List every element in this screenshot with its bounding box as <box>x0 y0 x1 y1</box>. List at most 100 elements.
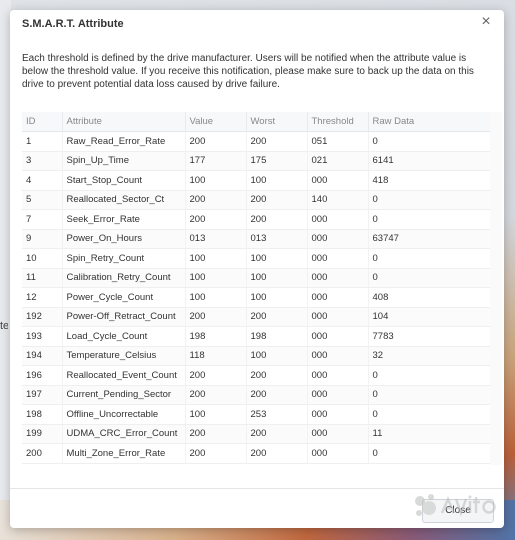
cell-threshold: 000 <box>307 404 369 425</box>
cell-id: 3 <box>22 151 63 171</box>
cell-attribute: Power-Off_Retract_Count <box>62 307 186 327</box>
cell-threshold: 000 <box>307 365 369 386</box>
cell-value: 100 <box>185 404 247 425</box>
cell-raw-data: 408 <box>368 287 491 308</box>
cell-raw-data: 32 <box>368 346 491 366</box>
table-header-row: ID Attribute Value Worst Threshold Raw D… <box>22 112 491 132</box>
cell-raw-data: 0 <box>368 268 491 288</box>
cell-attribute: Reallocated_Event_Count <box>62 365 186 386</box>
cell-value: 200 <box>185 131 247 152</box>
cell-worst: 013 <box>246 229 308 249</box>
cell-value: 177 <box>185 151 247 171</box>
cell-worst: 175 <box>246 151 308 171</box>
column-header-value[interactable]: Value <box>185 112 247 132</box>
cell-id: 199 <box>22 424 63 444</box>
cell-value: 100 <box>185 268 247 288</box>
table-row[interactable]: 200 Multi_Zone_Error_Rate 200 200 000 0 <box>22 443 491 464</box>
dialog-description: Each threshold is defined by the drive m… <box>22 53 474 90</box>
table-row[interactable]: 10 Spin_Retry_Count 100 100 000 0 <box>22 248 491 269</box>
cell-worst: 200 <box>246 385 308 405</box>
table-row[interactable]: 11 Calibration_Retry_Count 100 100 000 0 <box>22 268 491 288</box>
table-row[interactable]: 7 Seek_Error_Rate 200 200 000 0 <box>22 209 491 230</box>
table-row[interactable]: 199 UDMA_CRC_Error_Count 200 200 000 11 <box>22 424 491 444</box>
table-row[interactable]: 192 Power-Off_Retract_Count 200 200 000 104 <box>22 307 491 327</box>
cell-id: 192 <box>22 307 63 327</box>
cell-worst: 253 <box>246 404 308 425</box>
dialog-title-bar: S.M.A.R.T. Attribute × <box>10 10 504 36</box>
cell-raw-data: 7783 <box>368 326 491 347</box>
table-scroll-area <box>490 112 502 465</box>
cell-value: 013 <box>185 229 247 249</box>
cell-raw-data: 104 <box>368 307 491 327</box>
cell-threshold: 000 <box>307 307 369 327</box>
cell-raw-data: 0 <box>368 404 491 425</box>
cell-attribute: Power_Cycle_Count <box>62 287 186 308</box>
cell-attribute: Load_Cycle_Count <box>62 326 186 347</box>
cell-attribute: Reallocated_Sector_Ct <box>62 190 186 210</box>
cell-value: 200 <box>185 190 247 210</box>
dialog-title: S.M.A.R.T. Attribute <box>22 18 124 30</box>
cell-attribute: Offline_Uncorrectable <box>62 404 186 425</box>
cell-value: 100 <box>185 287 247 308</box>
cell-raw-data: 0 <box>368 365 491 386</box>
cell-threshold: 000 <box>307 287 369 308</box>
cell-attribute: Spin_Retry_Count <box>62 248 186 269</box>
table-row[interactable]: 5 Reallocated_Sector_Ct 200 200 140 0 <box>22 190 491 210</box>
cell-worst: 100 <box>246 170 308 191</box>
column-header-attribute[interactable]: Attribute <box>62 112 186 132</box>
smart-attribute-table-container[interactable]: ID Attribute Value Worst Threshold Raw D… <box>22 112 502 465</box>
cell-value: 100 <box>185 248 247 269</box>
column-header-worst[interactable]: Worst <box>246 112 308 132</box>
close-button[interactable]: Close <box>422 499 494 523</box>
cell-worst: 200 <box>246 443 308 464</box>
cell-worst: 200 <box>246 209 308 230</box>
close-icon[interactable]: × <box>478 14 494 30</box>
cell-raw-data: 0 <box>368 248 491 269</box>
cell-threshold: 000 <box>307 443 369 464</box>
cell-attribute: Seek_Error_Rate <box>62 209 186 230</box>
cell-attribute: Raw_Read_Error_Rate <box>62 131 186 152</box>
cell-id: 12 <box>22 287 63 308</box>
cell-attribute: Temperature_Celsius <box>62 346 186 366</box>
table-row[interactable]: 12 Power_Cycle_Count 100 100 000 408 <box>22 287 491 308</box>
table-row[interactable]: 4 Start_Stop_Count 100 100 000 418 <box>22 170 491 191</box>
table-row[interactable]: 198 Offline_Uncorrectable 100 253 000 0 <box>22 404 491 425</box>
cell-raw-data: 63747 <box>368 229 491 249</box>
cell-value: 200 <box>185 307 247 327</box>
table-row[interactable]: 3 Spin_Up_Time 177 175 021 6141 <box>22 151 491 171</box>
column-header-id[interactable]: ID <box>22 112 63 132</box>
cell-attribute: Calibration_Retry_Count <box>62 268 186 288</box>
cell-value: 200 <box>185 424 247 444</box>
cell-id: 193 <box>22 326 63 347</box>
cell-threshold: 000 <box>307 209 369 230</box>
cell-threshold: 000 <box>307 170 369 191</box>
cell-raw-data: 418 <box>368 170 491 191</box>
table-row[interactable]: 193 Load_Cycle_Count 198 198 000 7783 <box>22 326 491 347</box>
column-header-threshold[interactable]: Threshold <box>307 112 369 132</box>
column-header-raw-data[interactable]: Raw Data <box>368 112 491 132</box>
cell-worst: 200 <box>246 190 308 210</box>
cell-value: 200 <box>185 385 247 405</box>
cell-attribute: Start_Stop_Count <box>62 170 186 191</box>
cell-id: 5 <box>22 190 63 210</box>
table-row[interactable]: 9 Power_On_Hours 013 013 000 63747 <box>22 229 491 249</box>
cell-raw-data: 0 <box>368 131 491 152</box>
table-row[interactable]: 1 Raw_Read_Error_Rate 200 200 051 0 <box>22 131 491 152</box>
cell-id: 200 <box>22 443 63 464</box>
cell-attribute: UDMA_CRC_Error_Count <box>62 424 186 444</box>
cell-threshold: 000 <box>307 424 369 444</box>
cell-threshold: 000 <box>307 229 369 249</box>
table-row[interactable]: 194 Temperature_Celsius 118 100 000 32 <box>22 346 491 366</box>
cell-raw-data: 0 <box>368 385 491 405</box>
cell-id: 1 <box>22 131 63 152</box>
background-window-text: te <box>0 320 8 332</box>
cell-worst: 200 <box>246 365 308 386</box>
cell-raw-data: 0 <box>368 190 491 210</box>
dialog-footer: Close <box>10 488 504 528</box>
table-row[interactable]: 197 Current_Pending_Sector 200 200 000 0 <box>22 385 491 405</box>
cell-value: 200 <box>185 365 247 386</box>
table-row[interactable]: 196 Reallocated_Event_Count 200 200 000 0 <box>22 365 491 386</box>
cell-value: 198 <box>185 326 247 347</box>
cell-id: 196 <box>22 365 63 386</box>
cell-id: 197 <box>22 385 63 405</box>
